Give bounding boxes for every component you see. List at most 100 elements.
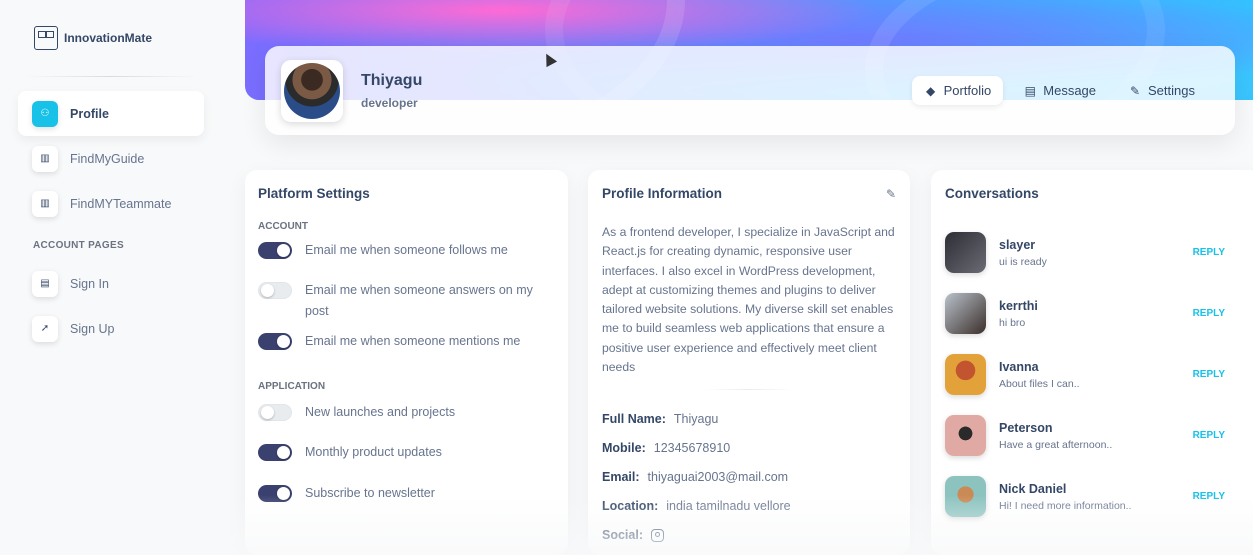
setting-label: New launches and projects — [305, 405, 456, 419]
toggle-switch[interactable] — [258, 242, 292, 259]
avatar — [945, 232, 986, 273]
setting-row: Email me when someone mentions me — [258, 333, 555, 363]
card-title: Platform Settings — [258, 186, 370, 201]
instagram-icon[interactable] — [651, 528, 664, 542]
sidebar: InnovationMate ⚇ Profile ▥ FindMyGuide ▥… — [0, 0, 222, 555]
info-value: india tamilnadu vellore — [666, 499, 791, 514]
list-item: Nick Daniel Hi! I need more information.… — [945, 466, 1247, 527]
reply-button[interactable]: REPLY — [1193, 430, 1225, 441]
setting-label: Email me when someone mentions me — [305, 334, 521, 348]
sidebar-divider — [24, 76, 198, 77]
conversation-message: Hi! I need more information.. — [999, 499, 1132, 512]
tab-settings[interactable]: ✎ Settings — [1116, 76, 1207, 105]
conversation-message: hi bro — [999, 316, 1026, 329]
setting-row: Email me when someone follows me — [258, 242, 555, 282]
setting-label: Monthly product updates — [305, 445, 442, 459]
setting-label: Subscribe to newsletter — [305, 486, 435, 500]
info-value: 12345678910 — [653, 441, 731, 456]
info-row-social: Social: — [602, 528, 896, 542]
sidebar-item-findmyguide[interactable]: ▥ FindMyGuide — [18, 136, 204, 181]
conversation-name: Peterson — [999, 420, 1053, 435]
sidebar-item-label: Profile — [70, 106, 109, 121]
conversation-message: ui is ready — [999, 255, 1047, 268]
toggle-switch[interactable] — [258, 282, 292, 299]
sidebar-item-sign-in[interactable]: ▤ Sign In — [18, 261, 204, 306]
tab-portfolio[interactable]: ◆ Portfolio — [911, 76, 1004, 105]
toggle-switch[interactable] — [258, 404, 292, 421]
info-row-full-name: Full Name: Thiyagu — [602, 412, 896, 426]
section-label: ACCOUNT — [258, 221, 308, 232]
rocket-icon: ➚ — [32, 315, 58, 342]
card-title: Conversations — [945, 186, 1039, 201]
brand-name: InnovationMate — [64, 31, 153, 45]
info-label: Mobile: — [602, 441, 646, 456]
sidebar-item-label: Sign Up — [70, 321, 115, 336]
list-item: Peterson Have a great afternoon.. REPLY — [945, 405, 1247, 466]
info-label: Social: — [602, 528, 643, 543]
wrench-icon: ✎ — [1129, 83, 1141, 98]
setting-row: New launches and projects — [258, 404, 555, 444]
toggle-switch[interactable] — [258, 444, 292, 461]
setting-row: Monthly product updates — [258, 444, 555, 485]
avatar — [945, 354, 986, 395]
conversation-name: Nick Daniel — [999, 481, 1067, 496]
avatar-photo — [284, 62, 340, 119]
tab-label: Portfolio — [943, 83, 992, 98]
profile-name: Thiyagu — [361, 71, 423, 89]
avatar — [945, 293, 986, 334]
conversation-name: slayer — [999, 237, 1036, 252]
conversation-message: About files I can.. — [999, 377, 1080, 390]
info-row-mobile: Mobile: 12345678910 — [602, 441, 896, 455]
info-row-email: Email: thiyaguai2003@mail.com — [602, 470, 896, 484]
avatar — [281, 59, 343, 122]
reply-button[interactable]: REPLY — [1193, 308, 1225, 319]
setting-row: Subscribe to newsletter — [258, 485, 555, 515]
pencil-icon[interactable]: ✎ — [886, 187, 896, 201]
sidebar-item-label: FindMYTeammate — [70, 196, 172, 211]
info-label: Email: — [602, 470, 640, 485]
tab-message[interactable]: ▤ Message — [1011, 76, 1108, 105]
profile-information-card: Profile Information ✎ As a frontend deve… — [588, 170, 910, 555]
sidebar-item-findmyteammate[interactable]: ▥ FindMYTeammate — [18, 181, 204, 226]
setting-label: Email me when someone answers on my post — [305, 283, 533, 318]
shop-icon: ▥ — [32, 145, 58, 172]
platform-settings-card: Platform Settings ACCOUNT Email me when … — [245, 170, 568, 555]
sidebar-item-label: FindMyGuide — [70, 151, 145, 166]
cube-icon: ◆ — [925, 83, 936, 98]
info-label: Location: — [602, 499, 659, 514]
profile-description: As a frontend developer, I specialize in… — [602, 225, 895, 375]
avatar — [945, 476, 986, 517]
avatar — [945, 415, 986, 456]
sidebar-item-label: Sign In — [70, 276, 109, 291]
tab-label: Settings — [1148, 83, 1195, 98]
reply-button[interactable]: REPLY — [1193, 491, 1225, 502]
conversation-name: Ivanna — [999, 359, 1039, 374]
toggle-switch[interactable] — [258, 333, 292, 350]
toggle-switch[interactable] — [258, 485, 292, 502]
profile-icon: ⚇ — [32, 100, 58, 127]
sidebar-item-profile[interactable]: ⚇ Profile — [18, 91, 204, 136]
section-label: APPLICATION — [258, 381, 326, 392]
divider — [704, 389, 794, 391]
info-label: Full Name: — [602, 412, 666, 427]
conversation-message: Have a great afternoon.. — [999, 438, 1113, 451]
card-title: Profile Information — [602, 186, 723, 201]
sidebar-section-label: ACCOUNT PAGES — [33, 240, 124, 251]
sidebar-item-sign-up[interactable]: ➚ Sign Up — [18, 306, 204, 351]
list-item: slayer ui is ready REPLY — [945, 222, 1247, 283]
tab-label: Message — [1043, 83, 1097, 98]
reply-button[interactable]: REPLY — [1193, 369, 1225, 380]
document-icon: ▤ — [1024, 83, 1036, 98]
conversation-list: slayer ui is ready REPLY kerrthi hi bro … — [945, 222, 1247, 527]
info-row-location: Location: india tamilnadu vellore — [602, 499, 896, 513]
reply-button[interactable]: REPLY — [1193, 247, 1225, 258]
list-item: kerrthi hi bro REPLY — [945, 283, 1247, 344]
conversations-card: Conversations slayer ui is ready REPLY k… — [931, 170, 1253, 555]
profile-tabs: ◆ Portfolio ▤ Message ✎ Settings — [911, 76, 1207, 105]
brand-logo-icon — [34, 26, 58, 50]
setting-row: Email me when someone answers on my post — [258, 282, 555, 333]
profile-header-card: Thiyagu developer ◆ Portfolio ▤ Message … — [265, 46, 1235, 135]
brand[interactable]: InnovationMate — [18, 0, 204, 76]
conversation-name: kerrthi — [999, 298, 1038, 313]
info-value: thiyaguai2003@mail.com — [647, 470, 789, 485]
